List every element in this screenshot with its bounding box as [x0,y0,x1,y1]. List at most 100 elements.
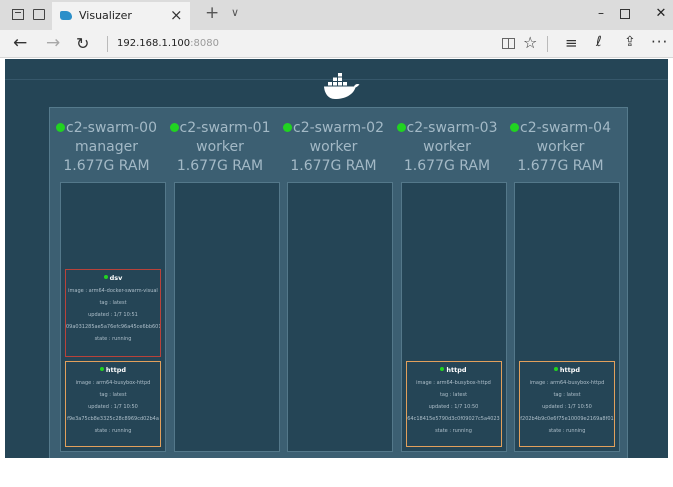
container-updated: updated : 1/7 10:50 [428,404,479,410]
container-state: state : running [435,428,472,434]
url-port: :8080 [190,38,219,49]
container-card-httpd[interactable]: httpd image : arm64-busybox-httpd tag : la… [405,361,502,447]
docker-whale-logo-icon [324,73,360,99]
container-image: image : arm64-busybox-httpd [416,380,491,386]
container-name: httpd [407,366,501,374]
visualizer-page: c2-swarm-00 manager 1.677G RAM dsv image : a… [5,59,668,469]
container-tag: tag : latest [553,392,581,398]
node-c2-swarm-02: c2-swarm-02 worker 1.677G RAM [277,108,393,470]
node-c2-swarm-01: c2-swarm-01 worker 1.677G RAM [164,108,280,470]
container-tag: tag : latest [99,392,127,398]
container-name: httpd [66,366,160,374]
node-name: c2-swarm-04 [504,120,617,136]
container-id: 64c18415e5790d3c0f09027c5a4023 [407,416,500,422]
container-card-httpd[interactable]: httpd image : arm64-busybox-httpd tag : la… [519,361,615,447]
new-tab-icon[interactable]: + [205,3,219,23]
container-name-text: httpd [105,366,127,374]
container-name-text: httpd [559,366,581,374]
container-name: dsv [66,274,160,282]
node-role: worker [309,139,358,155]
container-name-text: httpd [446,366,467,374]
favorite-star-icon[interactable]: ☆ [523,33,537,52]
container-tag: tag : latest [99,300,127,306]
node-c2-swarm-00: c2-swarm-00 manager 1.677G RAM dsv image : a… [50,108,166,470]
node-container-column: httpd image : arm64-busybox-httpd tag : la… [514,182,620,452]
back-arrow-icon[interactable]: ← [13,33,27,53]
container-image: image : arm64-docker-swarm-visual [68,288,158,294]
node-name-text: c2-swarm-00 [66,120,157,136]
container-updated: updated : 1/7 10:50 [88,404,138,410]
node-role: worker [196,139,244,155]
share-icon[interactable]: ⇪ [624,34,636,50]
node-name: c2-swarm-02 [277,120,390,136]
node-name: c2-swarm-00 [50,120,163,136]
reading-view-icon[interactable] [502,38,515,49]
tab-title: Visualizer [79,9,132,22]
container-id: 09a031285ae5a76efc96a45ce6bb601 [66,324,161,330]
container-image: image : arm64-busybox-httpd [75,380,151,386]
node-name-text: c2-swarm-01 [179,120,271,136]
container-state: state : running [548,428,586,434]
node-status-dot-icon [56,123,65,132]
node-container-column: dsv image : arm64-docker-swarm-visual tag … [60,182,166,452]
container-state: state : running [94,336,132,342]
node-status-dot-icon [283,123,292,132]
set-tabs-aside-icon[interactable] [33,9,45,20]
address-separator [107,36,108,52]
node-ram: 1.677G RAM [517,158,604,174]
navigation-bar: ← → ↻ 192.168.1.100:8080 ☆ ≡ ℓ ⇪ ··· [0,30,673,58]
node-container-column: httpd image : arm64-busybox-httpd tag : la… [400,182,507,452]
container-card-httpd[interactable]: httpd image : arm64-busybox-httpd tag : la… [65,361,161,447]
tab-preview-chevron-icon[interactable]: ∨ [231,6,239,19]
node-ram: 1.677G RAM [63,158,150,174]
node-name-text: c2-swarm-04 [520,120,611,136]
node-name-text: c2-swarm-02 [293,120,384,136]
tab-manager-icon[interactable] [12,9,24,20]
container-card-dsv[interactable]: dsv image : arm64-docker-swarm-visual tag … [65,269,161,357]
address-bar[interactable]: 192.168.1.100:8080 [117,38,219,49]
container-state: state : running [94,428,132,434]
container-status-dot-icon [440,367,445,371]
node-c2-swarm-04: c2-swarm-04 worker 1.677G RAM httpd image : … [504,108,620,470]
node-name-text: c2-swarm-03 [406,120,498,136]
tab-visualizer[interactable]: Visualizer × [52,2,190,30]
node-c2-swarm-03: c2-swarm-03 worker 1.677G RAM httpd image : … [391,108,507,470]
url-host: 192.168.1.100 [117,38,191,49]
window-close-button[interactable]: ✕ [651,6,671,21]
container-status-dot-icon [103,275,108,279]
node-ram: 1.677G RAM [290,158,377,174]
container-updated: updated : 1/7 10:51 [88,312,138,318]
container-tag: tag : latest [439,392,468,398]
container-name: httpd [520,366,614,374]
docker-favicon-icon [60,11,72,20]
refresh-icon[interactable]: ↻ [76,34,89,53]
container-status-dot-icon [553,367,558,371]
node-role: worker [536,139,585,155]
hub-icon[interactable]: ≡ [565,34,578,52]
more-actions-icon[interactable]: ··· [651,33,668,51]
node-role: manager [75,139,138,155]
node-status-dot-icon [510,123,519,132]
node-container-column [173,182,280,452]
container-name-text: dsv [109,274,123,282]
browser-title-bar: Visualizer × + ∨ – ✕ [0,0,673,30]
window-bottom [0,458,673,487]
container-image: image : arm64-busybox-httpd [529,380,605,386]
toolbar-separator [547,36,548,52]
container-status-dot-icon [99,367,104,371]
tab-close-icon[interactable]: × [170,6,183,24]
forward-arrow-icon[interactable]: → [46,33,60,53]
web-note-pen-icon[interactable]: ℓ [596,34,602,50]
window-maximize-button[interactable] [620,9,630,19]
container-id: f202b4b9c0e6f75e10009e2169a8f01 [520,416,614,422]
container-id: f9e3a75cb8e3325c28c8969cd02b4a [67,416,159,422]
window-minimize-button[interactable]: – [591,6,611,20]
container-updated: updated : 1/7 10:50 [542,404,592,410]
node-role: worker [423,139,471,155]
node-status-dot-icon [169,123,179,132]
node-name: c2-swarm-01 [164,120,277,136]
node-ram: 1.677G RAM [403,158,491,174]
node-container-column [287,182,393,452]
swarm-cluster: c2-swarm-00 manager 1.677G RAM dsv image : a… [49,107,628,469]
node-ram: 1.677G RAM [176,158,264,174]
